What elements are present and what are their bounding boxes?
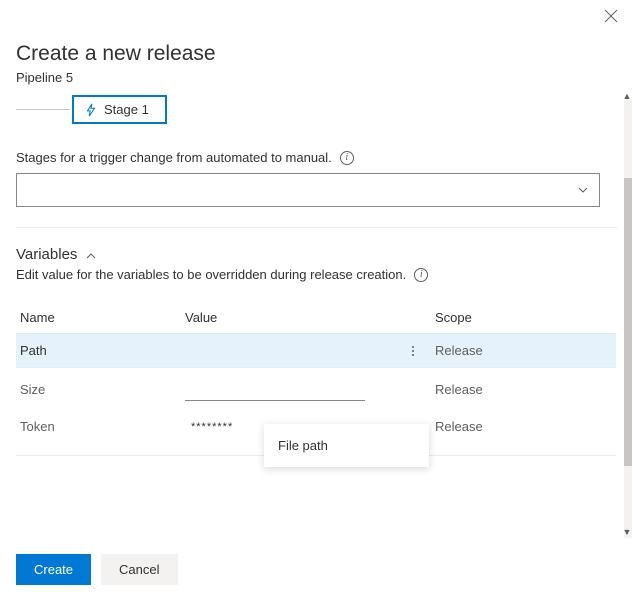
info-icon[interactable]: i bbox=[414, 268, 428, 282]
create-button[interactable]: Create bbox=[16, 554, 91, 585]
stage-graph: Stage 1 bbox=[16, 95, 617, 124]
stage-box[interactable]: Stage 1 bbox=[72, 95, 167, 124]
var-name: Size bbox=[20, 382, 185, 397]
variables-section-header[interactable]: Variables bbox=[16, 246, 617, 263]
page-title: Create a new release bbox=[16, 42, 617, 66]
trigger-section-label: Stages for a trigger change from automat… bbox=[16, 150, 617, 165]
trigger-stages-dropdown[interactable] bbox=[16, 173, 600, 207]
scroll-down-arrow[interactable]: ▼ bbox=[622, 527, 632, 537]
table-row[interactable]: Size Release bbox=[16, 368, 616, 410]
var-value-cell[interactable] bbox=[185, 377, 405, 401]
chevron-down-icon bbox=[577, 184, 589, 196]
var-scope: Release bbox=[435, 382, 612, 397]
scrollbar-track[interactable] bbox=[624, 100, 632, 538]
close-button[interactable] bbox=[603, 8, 619, 28]
table-header: Name Value Scope bbox=[16, 302, 616, 333]
tooltip: File path bbox=[264, 424, 429, 467]
pipeline-name: Pipeline 5 bbox=[16, 70, 617, 85]
col-scope: Scope bbox=[435, 310, 612, 325]
scrollbar-thumb[interactable] bbox=[624, 178, 632, 466]
lightning-icon bbox=[84, 103, 98, 117]
col-value: Value bbox=[185, 310, 405, 325]
variables-section-desc: Edit value for the variables to be overr… bbox=[16, 267, 617, 282]
row-menu-button[interactable] bbox=[405, 346, 421, 356]
stage-connector bbox=[16, 109, 70, 110]
var-name: Path bbox=[20, 343, 185, 358]
var-value-input[interactable] bbox=[185, 377, 365, 401]
stage-label: Stage 1 bbox=[104, 102, 149, 117]
var-scope: Release bbox=[435, 343, 612, 358]
col-name: Name bbox=[20, 310, 185, 325]
table-row[interactable]: Path Release bbox=[16, 333, 616, 368]
footer-actions: Create Cancel bbox=[16, 554, 178, 585]
chevron-up-icon bbox=[85, 249, 97, 261]
info-icon[interactable]: i bbox=[340, 151, 354, 165]
var-scope: Release bbox=[435, 419, 612, 434]
var-name: Token bbox=[20, 419, 185, 434]
section-divider bbox=[16, 227, 617, 228]
cancel-button[interactable]: Cancel bbox=[101, 554, 177, 585]
